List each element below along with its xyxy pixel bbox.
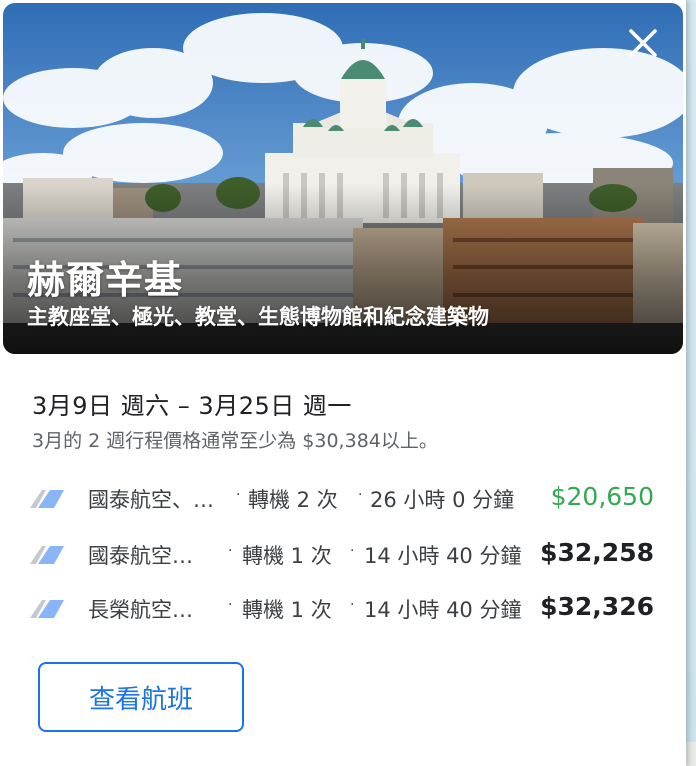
separator-dot: ·: [228, 543, 233, 559]
flight-duration: 14 小時 40 分鐘: [364, 544, 522, 568]
flight-price: $32,258: [540, 538, 654, 567]
flight-duration: 26 小時 0 分鐘: [370, 488, 515, 512]
flight-price: $20,650: [550, 482, 654, 511]
airline-logo-icon: [30, 600, 64, 618]
flight-price: $32,326: [540, 592, 654, 621]
flight-option[interactable]: 國泰航空、… · 轉機 2 次 · 26 小時 0 分鐘 $20,650: [30, 478, 670, 518]
flight-option[interactable]: 國泰航空… · 轉機 1 次 · 14 小時 40 分鐘 $32,258: [30, 534, 670, 574]
typical-price-note: 3月的 2 週行程價格通常至少為 $30,384以上。: [32, 430, 438, 452]
airline-name: 國泰航空…: [88, 544, 193, 568]
trip-dates: 3月9日 週六 – 3月25日 週一: [32, 392, 352, 420]
destination-card: 赫爾辛基 主教座堂、極光、教堂、生態博物館和紀念建築物 3月9日 週六 – 3月…: [0, 0, 686, 766]
stops-count: 轉機 1 次: [242, 598, 332, 622]
airline-name: 長榮航空…: [88, 598, 193, 622]
stops-count: 轉機 2 次: [248, 488, 338, 512]
close-button[interactable]: [621, 21, 665, 65]
separator-dot: ·: [358, 487, 363, 503]
stops-count: 轉機 1 次: [242, 544, 332, 568]
flight-option[interactable]: 長榮航空… · 轉機 1 次 · 14 小時 40 分鐘 $32,326: [30, 588, 670, 628]
close-icon: [629, 29, 657, 57]
separator-dot: ·: [236, 487, 241, 503]
destination-subtitle: 主教座堂、極光、教堂、生態博物館和紀念建築物: [27, 305, 489, 329]
destination-title: 赫爾辛基: [27, 258, 184, 302]
flight-duration: 14 小時 40 分鐘: [364, 598, 522, 622]
separator-dot: ·: [350, 543, 355, 559]
destination-photo: 赫爾辛基 主教座堂、極光、教堂、生態博物館和紀念建築物: [3, 3, 683, 354]
view-flights-button[interactable]: 查看航班: [38, 662, 244, 732]
airline-name: 國泰航空、…: [88, 488, 214, 512]
separator-dot: ·: [350, 597, 355, 613]
airline-logo-icon: [30, 490, 64, 508]
separator-dot: ·: [228, 597, 233, 613]
airline-logo-icon: [30, 546, 64, 564]
